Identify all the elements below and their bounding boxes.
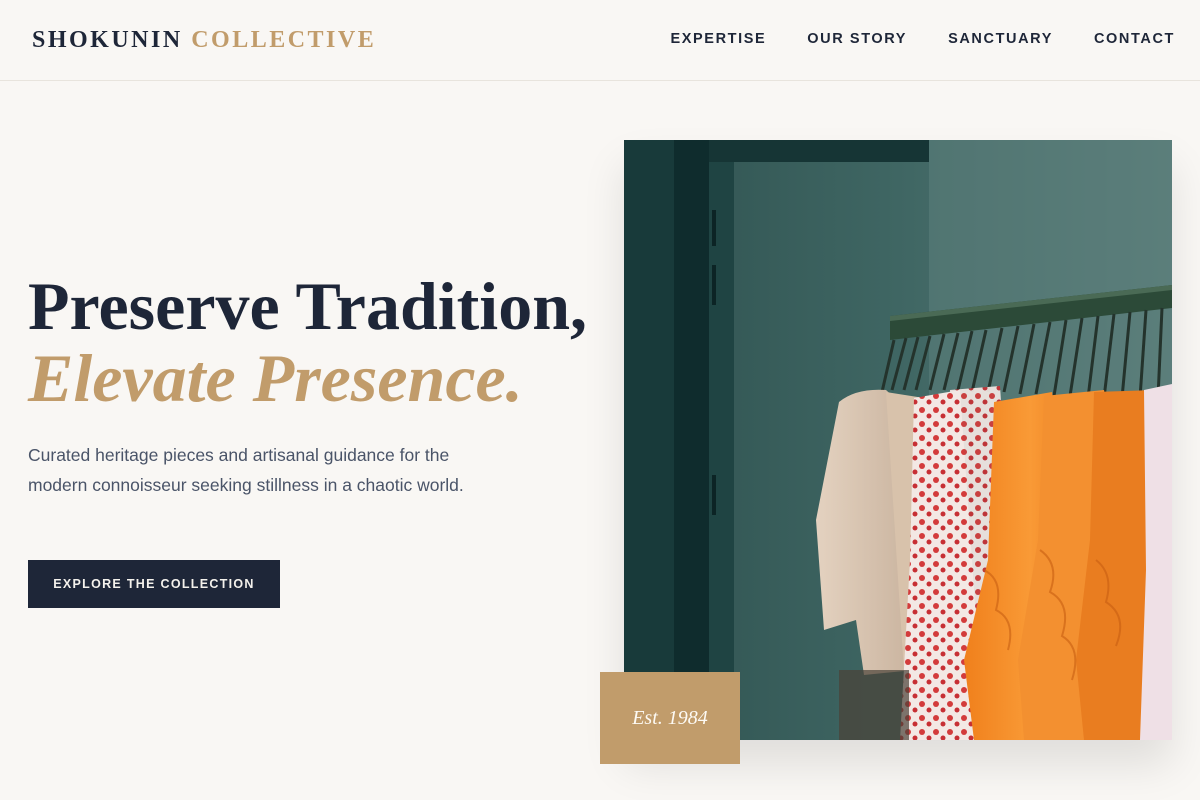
nav-sanctuary[interactable]: SANCTUARY (948, 31, 1053, 47)
established-text: Est. 1984 (632, 706, 708, 729)
brand-logo[interactable]: SHOKUNIN COLLECTIVE (32, 27, 376, 54)
site-header: SHOKUNIN COLLECTIVE EXPERTISE OUR STORY … (0, 0, 1200, 81)
headline-line-1: Preserve Tradition, (28, 268, 588, 344)
nav-expertise[interactable]: EXPERTISE (670, 31, 766, 47)
main-nav: EXPERTISE OUR STORY SANCTUARY CONTACT (670, 31, 1175, 47)
nav-contact[interactable]: CONTACT (1094, 31, 1175, 47)
brand-name-primary: SHOKUNIN (32, 27, 183, 53)
hero-description: Curated heritage pieces and artisanal gu… (28, 445, 464, 495)
explore-collection-button[interactable]: EXPLORE THE COLLECTION (28, 560, 280, 608)
hero-headline: Preserve Tradition, Elevate Presence. (28, 270, 587, 414)
brand-name-accent: COLLECTIVE (191, 27, 377, 53)
established-badge: Est. 1984 (600, 672, 740, 764)
nav-our-story[interactable]: OUR STORY (807, 31, 907, 47)
headline-line-2: Elevate Presence. (28, 340, 523, 416)
clothing-rack-photo (624, 140, 1172, 740)
